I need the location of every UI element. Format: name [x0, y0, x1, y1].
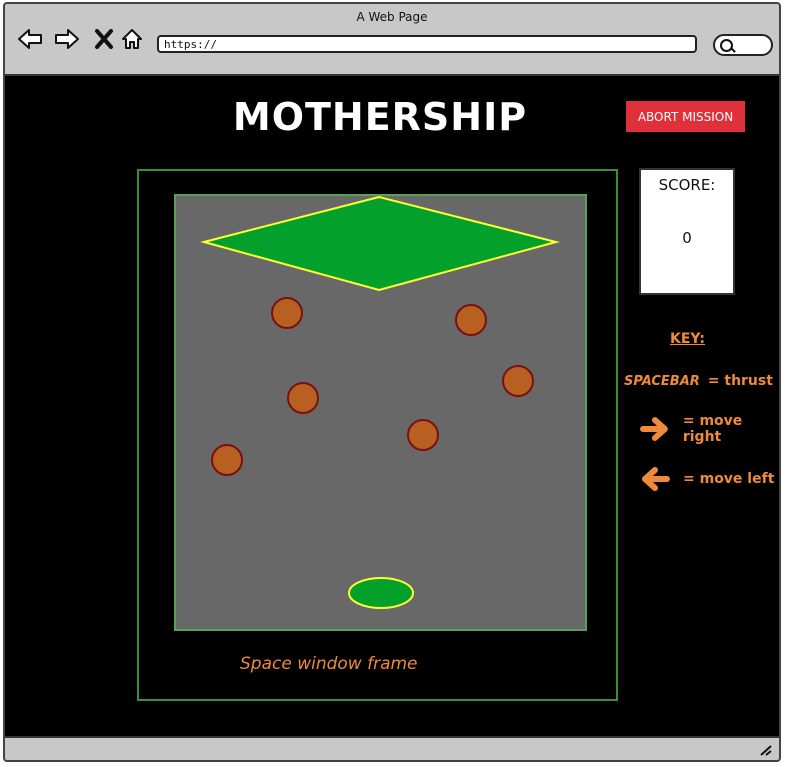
move-left-action-label: = move left [683, 471, 775, 487]
left-arrow-icon [642, 467, 670, 491]
game-canvas [200, 196, 560, 609]
asteroid [271, 297, 303, 329]
key-row-move-right: = move right [640, 413, 785, 445]
abort-mission-button[interactable]: ABORT MISSION [626, 101, 745, 132]
player-ship [348, 577, 414, 609]
thrust-action-label: = thrust [707, 373, 773, 389]
browser-titlebar: A Web Page [5, 4, 779, 76]
move-right-action-label: = move right [682, 413, 743, 445]
score-panel: SCORE: 0 [639, 168, 735, 295]
spacebar-key-label: SPACEBAR [624, 373, 700, 389]
browser-statusbar [5, 736, 779, 760]
mothership [200, 196, 560, 292]
frame-caption: Space window frame [240, 654, 418, 674]
asteroid [502, 365, 534, 397]
game-play-area[interactable] [174, 194, 587, 631]
url-input[interactable] [157, 35, 697, 53]
score-label: SCORE: [658, 176, 716, 194]
score-value: 0 [682, 229, 692, 247]
key-row-move-left: = move left [640, 465, 774, 493]
home-icon[interactable] [119, 26, 145, 52]
asteroid [455, 304, 487, 336]
key-title: KEY: [670, 331, 705, 347]
resize-grip-icon[interactable] [759, 744, 773, 756]
key-row-thrust: SPACEBAR = thrust [624, 373, 773, 389]
back-arrow-icon[interactable] [17, 26, 43, 52]
window-title: A Web Page [356, 10, 428, 24]
close-icon[interactable] [91, 26, 117, 52]
forward-arrow-icon[interactable] [54, 26, 80, 52]
right-arrow-icon [640, 417, 668, 441]
asteroid [287, 382, 319, 414]
asteroid [211, 444, 243, 476]
asteroid [407, 419, 439, 451]
search-button[interactable] [713, 34, 773, 56]
